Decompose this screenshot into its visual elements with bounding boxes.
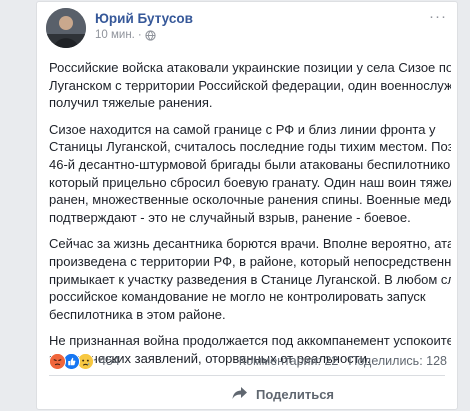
post-line: Сейчас за жизнь десантника борются врачи… <box>49 236 451 252</box>
reactions-bar: 454 Комментарии: 22 Поделились: 128 <box>49 352 447 370</box>
post-line: Российские войска атаковали украинские п… <box>49 60 451 75</box>
post-paragraph: Сизое находится на самой границе с РФ и … <box>49 121 451 227</box>
author-name[interactable]: Юрий Бутусов <box>95 11 193 26</box>
shares-count[interactable]: Поделились: 128 <box>348 354 447 368</box>
post-line: подтверждают - это не случайный взрыв, р… <box>49 209 411 225</box>
meta-separator: · <box>137 29 142 41</box>
share-button[interactable]: Поделиться <box>231 384 334 404</box>
facebook-post: Юрий Бутусов 10 мин. · ··· Российские во… <box>36 1 458 410</box>
post-paragraph: Сейчас за жизнь десантника борются врачи… <box>49 235 451 323</box>
post-line: Луганском с территории Российской федера… <box>49 77 451 93</box>
actions-divider <box>49 375 445 376</box>
post-line: 46-й десантно-штурмовой бригады были ата… <box>49 156 451 172</box>
post-line: российское командование не могло не конт… <box>49 289 426 305</box>
post-line: Станицы Луганской, считалось последние г… <box>49 139 451 155</box>
post-line: Не признанная война продолжается под акк… <box>49 333 451 349</box>
reaction-count[interactable]: 454 <box>99 354 120 368</box>
globe-icon <box>145 29 156 41</box>
post-line: примыкает к участку разведения в Станице… <box>49 271 451 287</box>
post-line: Сизое находится на самой границе с РФ и … <box>49 121 436 137</box>
post-line: который прицельно сбросил боевую гранату… <box>49 174 451 190</box>
engagement-counts: Комментарии: 22 Поделились: 128 <box>239 354 447 368</box>
angry-reaction-icon[interactable] <box>49 352 66 370</box>
post-meta: 10 мин. · <box>95 29 156 41</box>
more-options-icon[interactable]: ··· <box>429 8 447 25</box>
post-line: получил тяжелые ранения. <box>49 95 213 111</box>
share-icon <box>231 385 249 404</box>
author-avatar[interactable] <box>46 8 86 48</box>
comments-count[interactable]: Комментарии: 22 <box>239 354 339 368</box>
share-label: Поделиться <box>256 386 335 402</box>
post-line: произведена с территории РФ, в районе, к… <box>49 253 451 269</box>
post-time[interactable]: 10 мин. <box>95 29 135 41</box>
post-line: беспилотника в этом районе. <box>49 306 226 322</box>
post-paragraph: Российские войска атаковали украинские п… <box>49 59 451 112</box>
post-body: Российские войска атаковали украинские п… <box>49 59 451 377</box>
post-line: ранен, множественные осколочные ранения … <box>49 192 451 208</box>
